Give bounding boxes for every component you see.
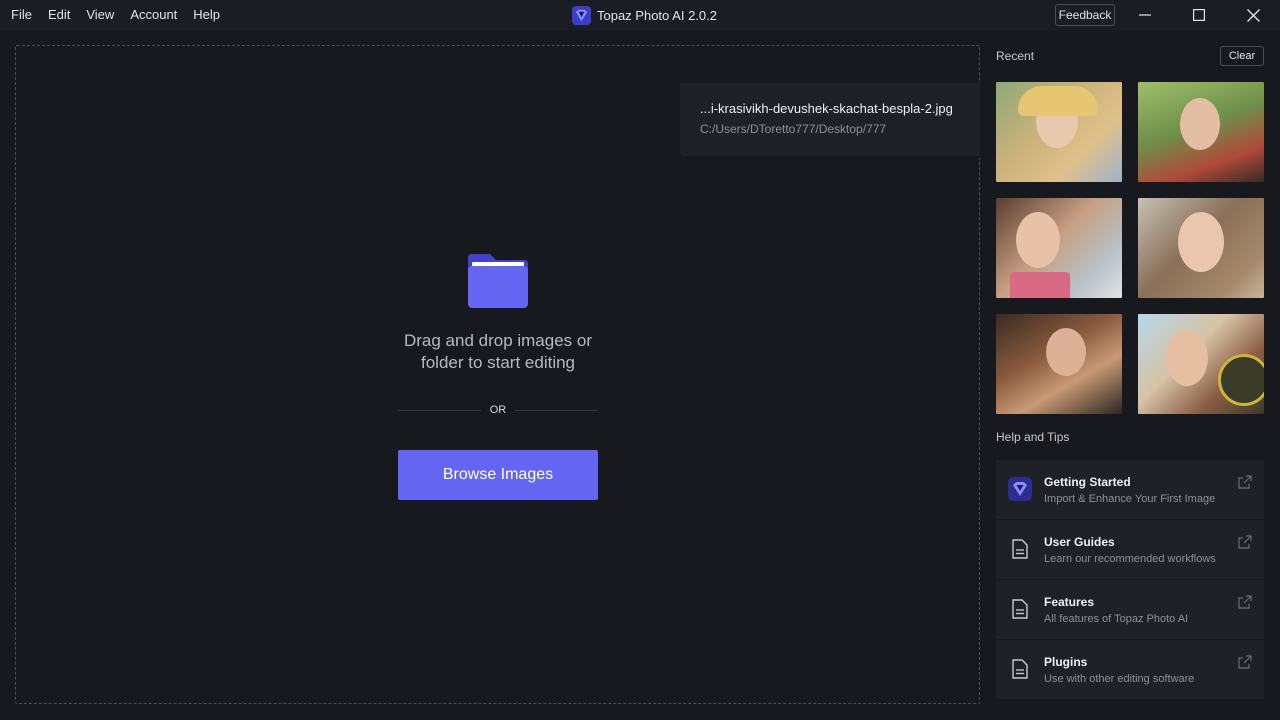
menu-view[interactable]: View xyxy=(78,0,122,30)
thumb-photo-detail xyxy=(1010,272,1070,298)
help-item-subtitle: All features of Topaz Photo AI xyxy=(1044,613,1189,625)
menu-account[interactable]: Account xyxy=(122,0,185,30)
browse-images-button[interactable]: Browse Images xyxy=(398,450,598,500)
clear-recent-button[interactable]: Clear xyxy=(1220,46,1264,66)
folder-icon xyxy=(468,254,528,308)
help-item-subtitle: Learn our recommended workflows xyxy=(1044,553,1216,565)
thumb-photo-detail xyxy=(1018,86,1098,116)
recent-thumb-4[interactable] xyxy=(1138,198,1264,298)
recent-thumb-3[interactable] xyxy=(996,198,1122,298)
maximize-button[interactable] xyxy=(1172,0,1226,30)
recent-file-card[interactable]: ...i-krasivikh-devushek-skachat-bespla-2… xyxy=(680,83,980,156)
external-link-icon xyxy=(1238,475,1252,489)
or-divider: OR xyxy=(398,404,598,416)
recent-thumb-2[interactable] xyxy=(1138,82,1264,182)
app-title-text: Topaz Photo AI 2.0.2 xyxy=(597,7,717,23)
help-item-title: Features xyxy=(1044,595,1095,609)
thumb-photo-detail xyxy=(1046,328,1086,376)
thumb-photo-detail xyxy=(1016,212,1060,268)
divider-line xyxy=(515,409,598,411)
menu-file[interactable]: File xyxy=(3,0,40,30)
help-item-title: Getting Started xyxy=(1044,475,1131,489)
thumb-photo-detail xyxy=(1218,354,1264,406)
recent-thumb-6[interactable] xyxy=(1138,314,1264,414)
recent-file-path: C:/Users/DToretto777/Desktop/777 xyxy=(700,122,887,136)
feedback-button[interactable]: Feedback xyxy=(1055,4,1115,26)
help-item-title: User Guides xyxy=(1044,535,1115,549)
menu-bar: File Edit View Account Help xyxy=(0,0,228,30)
or-label: OR xyxy=(489,404,507,416)
thumb-photo-detail xyxy=(1178,212,1224,272)
divider-line xyxy=(398,409,481,411)
help-item-subtitle: Import & Enhance Your First Image xyxy=(1044,493,1216,505)
help-item-user-guides[interactable]: User Guides Learn our recommended workfl… xyxy=(996,520,1264,579)
help-item-features[interactable]: Features All features of Topaz Photo AI xyxy=(996,580,1264,639)
help-item-subtitle: Use with other editing software xyxy=(1044,673,1195,685)
recent-heading: Recent xyxy=(996,49,1035,63)
recent-file-name: ...i-krasivikh-devushek-skachat-bespla-2… xyxy=(700,101,953,116)
thumb-photo-detail xyxy=(1180,98,1220,150)
thumb-photo-detail xyxy=(1166,330,1208,386)
minimize-icon xyxy=(1139,14,1151,16)
title-bar: File Edit View Account Help Topaz Photo … xyxy=(0,0,1280,30)
document-icon xyxy=(1008,657,1032,681)
recent-thumb-1[interactable] xyxy=(996,82,1122,182)
menu-edit[interactable]: Edit xyxy=(40,0,78,30)
document-icon xyxy=(1008,537,1032,561)
recent-thumb-5[interactable] xyxy=(996,314,1122,414)
minimize-button[interactable] xyxy=(1118,0,1172,30)
close-button[interactable] xyxy=(1226,0,1280,30)
external-link-icon xyxy=(1238,655,1252,669)
topaz-logo-icon xyxy=(1008,477,1032,501)
external-link-icon xyxy=(1238,535,1252,549)
help-heading: Help and Tips xyxy=(996,430,1070,444)
drop-prompt: Drag and drop images or folder to start … xyxy=(398,252,598,374)
close-icon xyxy=(1246,8,1260,22)
help-item-getting-started[interactable]: Getting Started Import & Enhance Your Fi… xyxy=(996,460,1264,519)
menu-help[interactable]: Help xyxy=(185,0,228,30)
maximize-icon xyxy=(1193,9,1205,21)
app-title: Topaz Photo AI 2.0.2 xyxy=(572,0,717,30)
help-item-plugins[interactable]: Plugins Use with other editing software xyxy=(996,640,1264,699)
external-link-icon xyxy=(1238,595,1252,609)
help-item-title: Plugins xyxy=(1044,655,1088,669)
help-list: Getting Started Import & Enhance Your Fi… xyxy=(996,460,1264,700)
document-icon xyxy=(1008,597,1032,621)
topaz-logo-icon xyxy=(572,5,591,25)
drop-prompt-text: Drag and drop images or folder to start … xyxy=(403,331,593,372)
